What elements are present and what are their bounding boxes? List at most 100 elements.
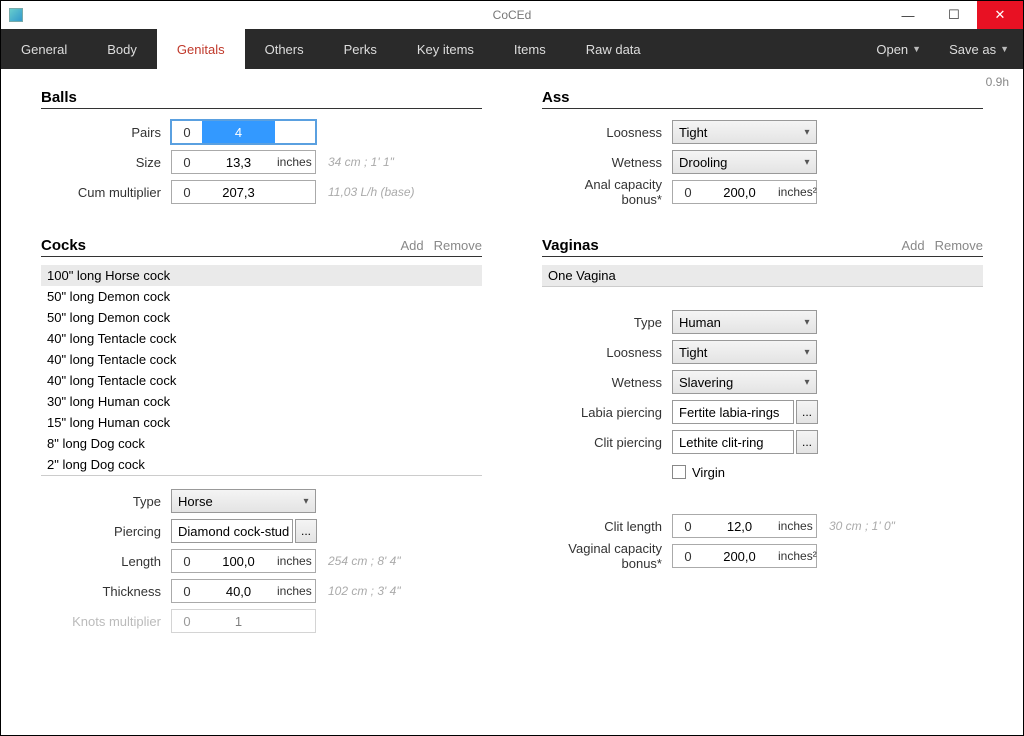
clitlen-input[interactable]: 0 12,0 inches [672, 514, 817, 538]
chevron-down-icon: ▾ [798, 347, 816, 358]
vaginas-list: One Vagina [542, 265, 983, 287]
cock-length-hint: 254 cm ; 8' 4" [328, 554, 401, 568]
labia-label: Labia piercing [542, 405, 672, 420]
chevron-down-icon: ▾ [798, 157, 816, 168]
list-item[interactable]: 40" long Tentacle cock [41, 349, 482, 370]
version-label: 0.9h [986, 75, 1009, 89]
cock-type-select[interactable]: Horse▾ [171, 489, 316, 513]
titlebar: CoCEd — ☐ ✕ [1, 1, 1023, 29]
size-hint: 34 cm ; 1' 1" [328, 155, 394, 169]
list-item[interactable]: 50" long Demon cock [41, 307, 482, 328]
list-item[interactable]: 40" long Tentacle cock [41, 370, 482, 391]
cum-input[interactable]: 0 207,3 [171, 180, 316, 204]
content-area: 0.9h Balls Pairs 0 4 Size [1, 69, 1023, 735]
chevron-down-icon: ▾ [297, 496, 315, 507]
window-title: CoCEd [493, 8, 532, 22]
ass-loosness-label: Loosness [542, 125, 672, 140]
labia-more-button[interactable]: ... [796, 400, 818, 424]
cocks-add[interactable]: Add [400, 238, 423, 253]
ass-cap-label: Anal capacity bonus* [542, 177, 672, 207]
tab-others[interactable]: Others [245, 29, 324, 69]
tab-key-items[interactable]: Key items [397, 29, 494, 69]
cocks-list: 100" long Horse cock 50" long Demon cock… [41, 265, 482, 476]
cum-hint: 11,03 L/h (base) [328, 185, 415, 199]
chevron-down-icon: ▾ [798, 127, 816, 138]
list-item[interactable]: 2" long Dog cock [41, 454, 482, 475]
cock-type-label: Type [41, 494, 171, 509]
ass-wetness-select[interactable]: Drooling▾ [672, 150, 817, 174]
list-item[interactable]: 100" long Horse cock [41, 265, 482, 286]
clitlen-hint: 30 cm ; 1' 0" [829, 519, 895, 533]
minimize-button[interactable]: — [885, 1, 931, 29]
clitp-field[interactable]: Lethite clit-ring [672, 430, 794, 454]
knots-input: 0 1 [171, 609, 316, 633]
ass-title: Ass [542, 89, 570, 106]
vag-wetness-label: Wetness [542, 375, 672, 390]
list-item[interactable]: 15" long Human cock [41, 412, 482, 433]
chevron-down-icon: ▼ [912, 44, 921, 54]
vaginas-title: Vaginas [542, 237, 599, 254]
cum-label: Cum multiplier [41, 185, 171, 200]
chevron-down-icon: ▾ [798, 317, 816, 328]
cock-thick-input[interactable]: 0 40,0 inches [171, 579, 316, 603]
list-item[interactable]: 30" long Human cock [41, 391, 482, 412]
list-item[interactable]: 40" long Tentacle cock [41, 328, 482, 349]
vag-loosness-select[interactable]: Tight▾ [672, 340, 817, 364]
cocks-title: Cocks [41, 237, 86, 254]
maximize-button[interactable]: ☐ [931, 1, 977, 29]
vaginas-remove[interactable]: Remove [935, 238, 983, 253]
app-icon [9, 8, 23, 22]
list-item[interactable]: One Vagina [542, 265, 983, 286]
section-vaginas: Vaginas Add Remove One Vagina Type Human… [542, 237, 983, 571]
list-item[interactable]: 50" long Demon cock [41, 286, 482, 307]
tab-genitals[interactable]: Genitals [157, 29, 245, 69]
vag-cap-label: Vaginal capacity bonus* [542, 541, 672, 571]
balls-title: Balls [41, 89, 77, 106]
cock-piercing-label: Piercing [41, 524, 171, 539]
clitlen-label: Clit length [542, 519, 672, 534]
vag-loosness-label: Loosness [542, 345, 672, 360]
saveas-menu[interactable]: Save as▼ [935, 29, 1023, 69]
vag-type-label: Type [542, 315, 672, 330]
size-input[interactable]: 0 13,3 inches [171, 150, 316, 174]
virgin-checkbox[interactable]: Virgin [672, 459, 725, 485]
vag-cap-input[interactable]: 0 200,0 inches² [672, 544, 817, 568]
ass-loosness-select[interactable]: Tight▾ [672, 120, 817, 144]
tab-raw-data[interactable]: Raw data [566, 29, 661, 69]
ass-cap-input[interactable]: 0 200,0 inches² [672, 180, 817, 204]
knots-label: Knots multiplier [41, 614, 171, 629]
chevron-down-icon: ▼ [1000, 44, 1009, 54]
pairs-input[interactable]: 0 4 [171, 120, 316, 144]
cock-piercing-field[interactable]: Diamond cock-stud [171, 519, 293, 543]
cock-thick-hint: 102 cm ; 3' 4" [328, 584, 401, 598]
size-label: Size [41, 155, 171, 170]
tab-bar: General Body Genitals Others Perks Key i… [1, 29, 1023, 69]
clitp-label: Clit piercing [542, 435, 672, 450]
section-ass: Ass Loosness Tight▾ Wetness Drooling▾ An… [542, 89, 983, 207]
section-cocks: Cocks Add Remove 100" long Horse cock 50… [41, 237, 482, 636]
section-balls: Balls Pairs 0 4 Size 0 13,3 [41, 89, 482, 207]
list-item[interactable]: 8" long Dog cock [41, 433, 482, 454]
tab-perks[interactable]: Perks [324, 29, 397, 69]
cock-thick-label: Thickness [41, 584, 171, 599]
clitp-more-button[interactable]: ... [796, 430, 818, 454]
close-button[interactable]: ✕ [977, 1, 1023, 29]
checkbox-icon [672, 465, 686, 479]
ass-wetness-label: Wetness [542, 155, 672, 170]
pairs-label: Pairs [41, 125, 171, 140]
tab-body[interactable]: Body [87, 29, 157, 69]
cock-piercing-more-button[interactable]: ... [295, 519, 317, 543]
tab-items[interactable]: Items [494, 29, 566, 69]
open-menu[interactable]: Open▼ [862, 29, 935, 69]
chevron-down-icon: ▾ [798, 377, 816, 388]
vaginas-add[interactable]: Add [901, 238, 924, 253]
vag-type-select[interactable]: Human▾ [672, 310, 817, 334]
app-window: CoCEd — ☐ ✕ General Body Genitals Others… [0, 0, 1024, 736]
cocks-remove[interactable]: Remove [434, 238, 482, 253]
vag-wetness-select[interactable]: Slavering▾ [672, 370, 817, 394]
labia-field[interactable]: Fertite labia-rings [672, 400, 794, 424]
tab-general[interactable]: General [1, 29, 87, 69]
cock-length-label: Length [41, 554, 171, 569]
window-buttons: — ☐ ✕ [885, 1, 1023, 29]
cock-length-input[interactable]: 0 100,0 inches [171, 549, 316, 573]
